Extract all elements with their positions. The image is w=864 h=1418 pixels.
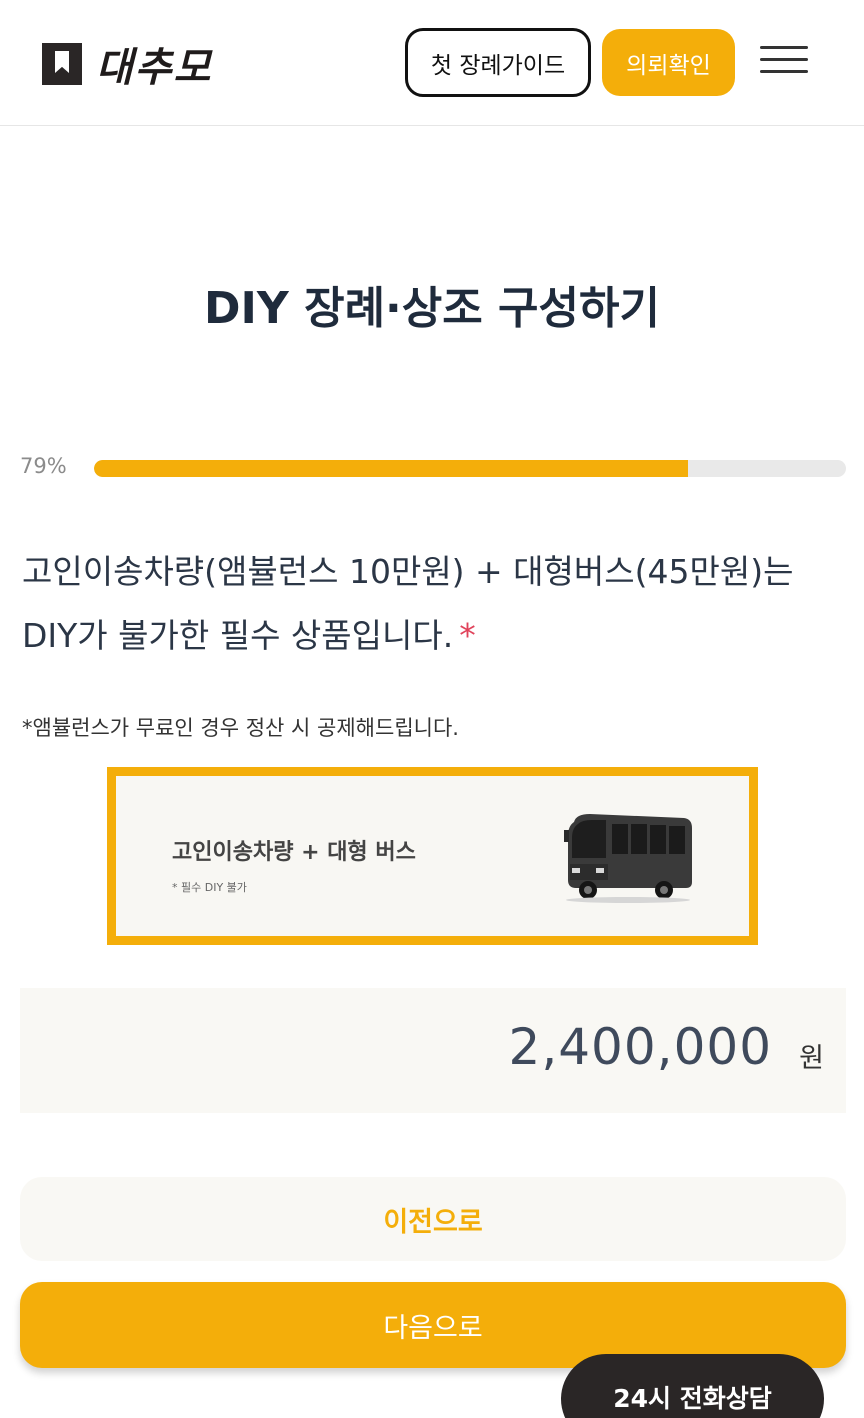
question-line-2-text: DIY가 불가한 필수 상품입니다. <box>22 616 454 655</box>
total-price-box: 2,400,000 원 <box>20 988 846 1113</box>
required-mark: * <box>459 616 476 655</box>
question-line-2: DIY가 불가한 필수 상품입니다. * <box>22 604 852 668</box>
product-subtext: * 필수 DIY 불가 <box>172 881 247 894</box>
funeral-guide-button[interactable]: 첫 장례가이드 <box>405 28 591 97</box>
hamburger-menu-icon[interactable] <box>760 44 808 76</box>
total-price-value: 2,400,000 <box>508 1018 772 1076</box>
question-line-1: 고인이송차량(앰뷸런스 10만원) + 대형버스(45만원)는 <box>22 552 794 591</box>
price-unit: 원 <box>799 1043 824 1074</box>
progress-bar <box>94 460 846 477</box>
progress-percent: 79% <box>20 454 67 478</box>
ambulance-note: *앰뷸런스가 무료인 경우 정산 시 공제해드립니다. <box>22 716 459 740</box>
bookmark-logo-icon <box>42 43 82 85</box>
page-title: DIY 장례·상조 구성하기 <box>204 283 660 334</box>
product-option-card[interactable]: 고인이송차량 + 대형 버스 * 필수 DIY 불가 <box>107 767 758 945</box>
product-name: 고인이송차량 + 대형 버스 <box>172 840 416 865</box>
logo-text: 대추모 <box>96 44 213 91</box>
progress-bar-fill <box>94 460 689 477</box>
logo[interactable]: 대추모 <box>42 38 213 91</box>
header: 대추모 첫 장례가이드 의뢰확인 <box>0 0 864 126</box>
request-confirm-button[interactable]: 의뢰확인 <box>602 29 735 96</box>
question-text: 고인이송차량(앰뷸런스 10만원) + 대형버스(45만원)는 DIY가 불가한… <box>22 540 852 668</box>
previous-button[interactable]: 이전으로 <box>20 1177 846 1261</box>
bus-icon <box>564 814 692 903</box>
phone-consult-button[interactable]: 24시 전화상담 <box>561 1354 824 1418</box>
